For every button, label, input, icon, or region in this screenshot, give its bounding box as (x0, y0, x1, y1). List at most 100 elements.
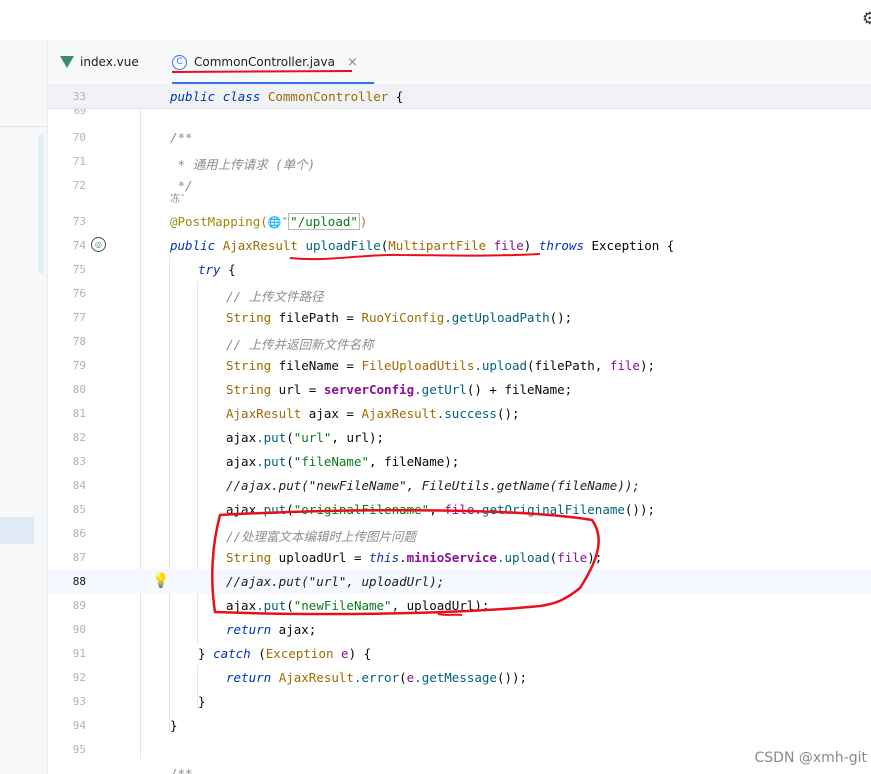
line-number: 82 (72, 431, 86, 444)
line-number: 80 (72, 383, 86, 396)
code-line-77[interactable]: 77 String filePath = RuoYiConfig.getUplo… (48, 305, 871, 329)
line-number: 84 (72, 479, 86, 492)
close-icon[interactable]: × (347, 55, 358, 70)
code-line-82[interactable]: 82 ajax.put("url", url); (48, 425, 871, 449)
line-number: 70 (72, 131, 86, 144)
code-line-78[interactable]: 78 // 上传并返回新文件名称 (48, 329, 871, 353)
line-number: 77 (72, 311, 86, 324)
panel-scrollbar[interactable] (38, 134, 44, 274)
code-text: ajax.put("url", url); (226, 430, 385, 445)
code-line-85[interactable]: 85 ajax.put("originalFilename", file.get… (48, 497, 871, 521)
code-line-95[interactable]: 95 (48, 737, 871, 761)
code-line-89[interactable]: 89 ajax.put("newFileName", uploadUrl); (48, 593, 871, 617)
code-line-74[interactable]: 74 ◎ public AjaxResult uploadFile(Multip… (48, 233, 871, 257)
inlay-hint-line[interactable]: 冻ˇ (48, 191, 871, 205)
code-line-88[interactable]: 88 💡 //ajax.put("url", uploadUrl); (48, 569, 871, 593)
line-number: 91 (72, 647, 86, 660)
line-number: 95 (72, 743, 86, 756)
panel-divider (0, 126, 47, 127)
inlay-hint[interactable]: 冻ˇ (170, 190, 185, 205)
code-text: return AjaxResult.error(e.getMessage()); (226, 670, 528, 685)
code-text: @PostMapping(🌐ˇ "/upload") (170, 213, 368, 230)
line-number: 88 (72, 575, 86, 588)
line-number: 92 (72, 671, 86, 684)
code-text: } (198, 694, 206, 709)
code-line-70[interactable]: 70 /** (48, 125, 871, 149)
tab-common-controller[interactable]: C CommonController.java × (172, 40, 374, 84)
code-line-71[interactable]: 71 * 通用上传请求 (单个) (48, 149, 871, 173)
tab-label: CommonController.java (194, 55, 335, 69)
code-line-87[interactable]: 87 String uploadUrl = this.minioService.… (48, 545, 871, 569)
sticky-class-header[interactable]: 33 public class CommonController { (48, 85, 871, 109)
code-line-81[interactable]: 81 AjaxResult ajax = AjaxResult.success(… (48, 401, 871, 425)
code-text: return ajax; (226, 622, 317, 637)
code-line-94[interactable]: 94 } (48, 713, 871, 737)
line-number: 93 (72, 695, 86, 708)
code-line-93[interactable]: 93 } (48, 689, 871, 713)
code-text: //处理富文本编辑时上传图片问题 (226, 529, 417, 544)
line-number: 71 (72, 155, 86, 168)
method-mapping-icon[interactable]: ◎ (91, 237, 106, 252)
lightbulb-icon[interactable]: 💡 (152, 573, 169, 589)
code-text: /** (170, 130, 193, 145)
line-number: 87 (72, 551, 86, 564)
line-number: 86 (72, 527, 86, 540)
code-text: String uploadUrl = this.minioService.upl… (226, 550, 603, 565)
editor-tab-bar: index.vue C CommonController.java × (48, 40, 871, 85)
active-tab-indicator (172, 82, 374, 84)
code-text: //ajax.put("url", uploadUrl); (226, 574, 445, 589)
gear-icon[interactable]: ⚙ (862, 9, 871, 29)
line-number: 81 (72, 407, 86, 420)
code-text: try { (198, 262, 236, 277)
code-text: String fileName = FileUploadUtils.upload… (226, 358, 656, 373)
code-text: public AjaxResult uploadFile(MultipartFi… (170, 238, 675, 253)
code-text: } catch (Exception e) { (198, 646, 372, 661)
panel-selected-item[interactable] (0, 517, 34, 544)
code-editor[interactable]: 33 public class CommonController { 69 70… (48, 85, 871, 774)
line-number: 94 (72, 719, 86, 732)
code-line-83[interactable]: 83 ajax.put("fileName", fileName); (48, 449, 871, 473)
class-c-icon: C (172, 54, 187, 70)
code-line-92[interactable]: 92 return AjaxResult.error(e.getMessage(… (48, 665, 871, 689)
watermark: CSDN @xmh-git (754, 750, 867, 766)
code-text: ajax.put("fileName", fileName); (226, 454, 460, 469)
code-line-75[interactable]: 75 try { (48, 257, 871, 281)
code-text: ajax.put("newFileName", uploadUrl); (226, 598, 490, 613)
line-number: 78 (72, 335, 86, 348)
line-number: 74 (72, 239, 86, 252)
code-line-91[interactable]: 91 } catch (Exception e) { (48, 641, 871, 665)
code-text: AjaxResult ajax = AjaxResult.success(); (226, 406, 520, 421)
line-number: 33 (72, 90, 86, 103)
line-number: 90 (72, 623, 86, 636)
globe-icon: 🌐ˇ (267, 216, 289, 229)
code-text: } (170, 718, 178, 733)
code-line-90[interactable]: 90 return ajax; (48, 617, 871, 641)
tab-label: index.vue (80, 55, 139, 69)
code-line-86[interactable]: 86 //处理富文本编辑时上传图片问题 (48, 521, 871, 545)
code-text: // 上传文件路径 (226, 289, 324, 304)
line-number: 76 (72, 287, 86, 300)
code-text: //ajax.put("newFileName", FileUtils.getN… (226, 478, 640, 493)
code-line: public class CommonController { (170, 89, 404, 104)
code-text: ajax.put("originalFilename", file.getOri… (226, 502, 656, 517)
vue-icon (60, 56, 74, 68)
code-text: /** (170, 766, 193, 774)
code-text: * 通用上传请求 (单个) (170, 157, 316, 172)
code-text: // 上传并返回新文件名称 (226, 337, 374, 352)
line-number: 85 (72, 503, 86, 516)
line-number: 73 (72, 215, 86, 228)
code-line-96[interactable]: /** (48, 761, 871, 774)
code-line-80[interactable]: 80 String url = serverConfig.getUrl() + … (48, 377, 871, 401)
line-number: 83 (72, 455, 86, 468)
top-toolbar: ⚙ (0, 0, 871, 40)
code-line-84[interactable]: 84 //ajax.put("newFileName", FileUtils.g… (48, 473, 871, 497)
project-panel (0, 40, 48, 774)
tab-index-vue[interactable]: index.vue (60, 40, 139, 84)
code-line-76[interactable]: 76 // 上传文件路径 (48, 281, 871, 305)
line-number: 89 (72, 599, 86, 612)
code-line-73[interactable]: 73 @PostMapping(🌐ˇ "/upload") (48, 209, 871, 233)
code-line-79[interactable]: 79 String fileName = FileUploadUtils.upl… (48, 353, 871, 377)
line-number: 79 (72, 359, 86, 372)
code-text: String url = serverConfig.getUrl() + fil… (226, 382, 573, 397)
line-number: 75 (72, 263, 86, 276)
